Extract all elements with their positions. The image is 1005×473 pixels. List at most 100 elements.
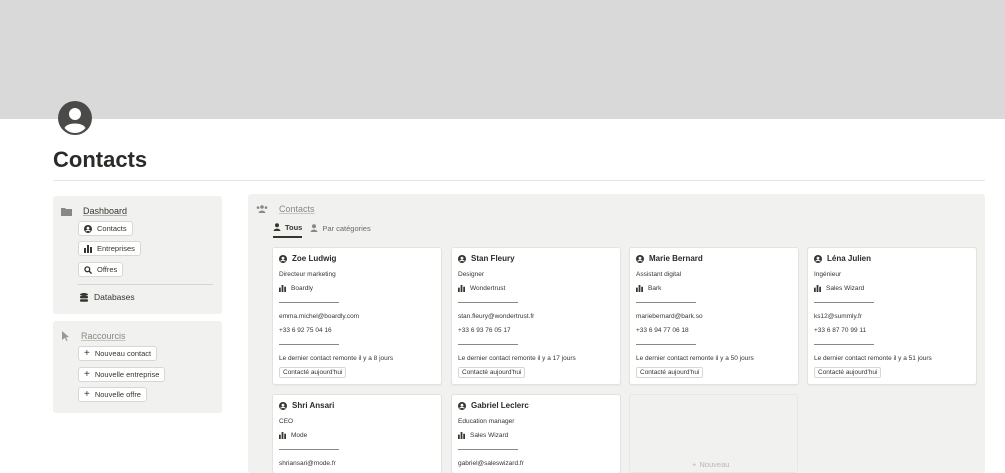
contact-name-text: Stan Fleury — [471, 254, 515, 263]
contact-name-text: Gabriel Leclerc — [471, 401, 529, 410]
contact-name-text: Marie Bernard — [649, 254, 703, 263]
contact-card[interactable]: Léna Julien Ingénieur Sales Wizard ks12@… — [807, 247, 977, 385]
user-circle-icon — [458, 401, 466, 410]
last-contact-text: Le dernier contact remonte il y a 50 jou… — [636, 355, 754, 362]
contact-name[interactable]: Léna Julien — [814, 254, 871, 263]
company-name: Bark — [648, 285, 662, 292]
contact-company[interactable]: Mode — [279, 432, 307, 439]
contact-company[interactable]: Sales Wizard — [814, 285, 864, 292]
dashboard-header[interactable]: Dashboard — [61, 206, 127, 216]
company-name: Mode — [291, 432, 308, 439]
building-icon — [458, 432, 465, 439]
contact-phone[interactable]: +33 6 93 76 05 17 — [458, 327, 511, 334]
contact-role: Ingénieur — [814, 271, 842, 278]
card-divider — [279, 344, 339, 345]
contact-email[interactable]: mariebernard@bark.so — [636, 313, 703, 320]
user-circle-icon — [279, 254, 287, 263]
shortcut-label: Nouvelle entreprise — [94, 370, 160, 379]
contact-name[interactable]: Gabriel Leclerc — [458, 401, 529, 410]
plus-icon: + — [84, 368, 90, 380]
company-name: Sales Wizard — [470, 432, 509, 439]
contact-phone[interactable]: +33 6 92 75 04 16 — [279, 327, 332, 334]
dashboard-divider — [78, 284, 213, 285]
card-divider — [279, 449, 339, 450]
plus-icon: + — [692, 460, 697, 469]
contact-email[interactable]: stan.fleury@wondertrust.fr — [458, 313, 534, 320]
contact-card[interactable]: Stan Fleury Designer Wondertrust stan.fl… — [451, 247, 621, 385]
shortcuts-title: Raccourcis — [81, 331, 126, 341]
contact-card[interactable]: Marie Bernard Assistant digital Bark mar… — [629, 247, 799, 385]
contacts-view-header[interactable]: Contacts — [256, 204, 315, 214]
contact-name-text: Shri Ansari — [292, 401, 335, 410]
contact-role: Assistant digital — [636, 271, 682, 278]
contact-card[interactable]: Zoe Ludwig Directeur marketing Boardly e… — [272, 247, 442, 385]
shortcut-label: Nouveau contact — [94, 349, 152, 358]
search-icon — [84, 265, 92, 274]
contact-email[interactable]: shriansari@mode.fr — [279, 460, 336, 467]
dashboard-item-contacts[interactable]: Contacts — [78, 221, 133, 236]
company-name: Sales Wizard — [826, 285, 865, 292]
contact-email[interactable]: emma.michel@boardly.com — [279, 313, 359, 320]
dashboard-item-label: Offres — [97, 265, 118, 274]
building-icon — [279, 432, 286, 439]
contact-company[interactable]: Bark — [636, 285, 661, 292]
shortcuts-header: Raccourcis — [62, 331, 126, 341]
new-card-label: Nouveau — [699, 460, 730, 469]
dashboard-item-entreprises[interactable]: Entreprises — [78, 241, 141, 256]
folder-icon — [61, 207, 72, 216]
building-icon — [279, 285, 286, 292]
dashboard-item-offres[interactable]: Offres — [78, 262, 124, 277]
user-circle-icon — [814, 254, 822, 263]
contact-phone[interactable]: +33 6 87 70 99 11 — [814, 327, 866, 334]
contact-role: Designer — [458, 271, 485, 278]
contact-card[interactable]: Gabriel Leclerc Education manager Sales … — [451, 394, 621, 473]
tab-par-categories[interactable]: Par catégories — [310, 222, 371, 238]
contact-phone[interactable]: +33 6 94 77 06 18 — [636, 327, 689, 334]
last-contact-text: Le dernier contact remonte il y a 51 jou… — [814, 355, 932, 362]
company-name: Boardly — [291, 285, 314, 292]
new-card-button[interactable]: + Nouveau — [692, 460, 729, 469]
status-badge[interactable]: Contacté aujourd'hui — [458, 367, 526, 378]
card-divider — [458, 449, 518, 450]
contact-name[interactable]: Marie Bernard — [636, 254, 703, 263]
contact-company[interactable]: Sales Wizard — [458, 432, 508, 439]
databases-link[interactable]: Databases — [80, 292, 135, 302]
contact-name[interactable]: Stan Fleury — [458, 254, 515, 263]
contact-role: Directeur marketing — [279, 271, 336, 278]
user-circle-icon — [458, 254, 466, 263]
building-icon — [84, 244, 92, 253]
contact-role: CEO — [279, 418, 294, 425]
database-icon — [80, 292, 88, 302]
status-badge[interactable]: Contacté aujourd'hui — [279, 367, 347, 378]
tab-label: Par catégories — [322, 223, 371, 233]
new-card-placeholder[interactable]: + Nouveau — [629, 394, 798, 473]
cursor-icon — [62, 331, 69, 341]
new-contact-button[interactable]: + Nouveau contact — [78, 346, 158, 361]
dashboard-title[interactable]: Dashboard — [83, 206, 127, 216]
contact-email[interactable]: ks12@summly.fr — [814, 313, 862, 320]
contacts-view-title[interactable]: Contacts — [279, 204, 315, 214]
building-icon — [814, 285, 821, 292]
card-divider — [814, 344, 874, 345]
tab-tous[interactable]: Tous — [273, 222, 303, 238]
contact-company[interactable]: Wondertrust — [458, 285, 505, 292]
building-icon — [458, 285, 465, 292]
user-icon — [310, 224, 318, 232]
contact-card[interactable]: Shri Ansari CEO Mode shriansari@mode.fr — [272, 394, 442, 473]
new-offer-button[interactable]: + Nouvelle offre — [78, 387, 147, 402]
new-company-button[interactable]: + Nouvelle entreprise — [78, 367, 166, 382]
status-badge[interactable]: Contacté aujourd'hui — [636, 367, 704, 378]
status-badge[interactable]: Contacté aujourd'hui — [814, 367, 882, 378]
contact-role: Education manager — [458, 418, 515, 425]
user-circle-icon[interactable] — [58, 101, 92, 135]
company-name: Wondertrust — [470, 285, 506, 292]
card-divider — [636, 344, 696, 345]
contact-name[interactable]: Zoe Ludwig — [279, 254, 336, 263]
last-contact-text: Le dernier contact remonte il y a 17 jou… — [458, 355, 576, 362]
users-icon — [256, 205, 268, 213]
contact-company[interactable]: Boardly — [279, 285, 313, 292]
building-icon — [636, 285, 643, 292]
contact-email[interactable]: gabriel@saleswizard.fr — [458, 460, 524, 467]
contact-name[interactable]: Shri Ansari — [279, 401, 334, 410]
user-icon — [273, 223, 281, 231]
